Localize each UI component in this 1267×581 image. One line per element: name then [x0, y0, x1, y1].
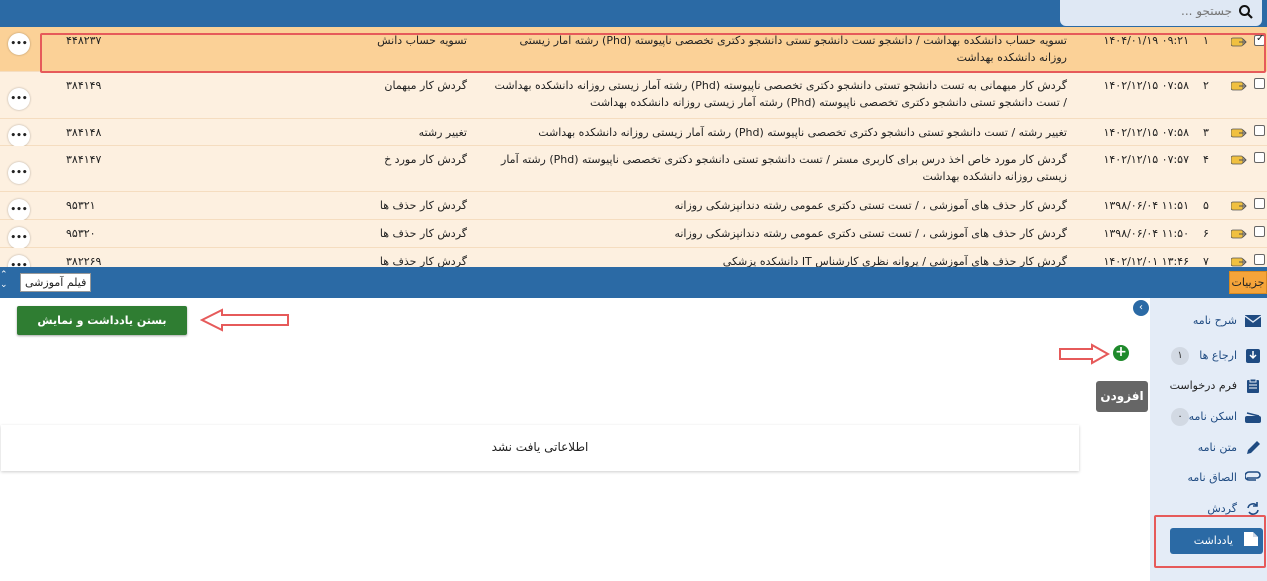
row-workflow: گردش کار حذف ها — [379, 227, 467, 240]
row-date: ۰۷:۵۷ ۱۴۰۲/۱۲/۱۵ — [1103, 153, 1189, 166]
clipboard-icon — [1247, 379, 1259, 393]
sidebar-item-note[interactable]: یادداشت — [1170, 528, 1263, 554]
attachment-icon — [1245, 471, 1261, 481]
referrals-count-badge: ۱ — [1171, 347, 1189, 365]
row-more-options-icon[interactable]: ••• — [8, 227, 30, 249]
row-more-options-icon[interactable]: ••• — [8, 162, 30, 184]
empty-state-message: اطلاعاتی یافت نشد — [1, 425, 1079, 471]
sidebar-item-letter-description[interactable]: شرح نامه — [1156, 310, 1261, 334]
sidebar-item-request-form[interactable]: فرم درخواست — [1156, 375, 1261, 399]
row-title: گردش کار حذف های آموزشی / پروانه نظری کا… — [722, 255, 1067, 267]
search-icon[interactable] — [1238, 4, 1254, 20]
row-checkbox[interactable] — [1254, 125, 1265, 136]
row-checkbox[interactable] — [1254, 33, 1265, 46]
inbox-download-icon — [1246, 349, 1260, 363]
row-code: ۳۸۴۱۴۹ — [66, 79, 102, 92]
row-checkbox[interactable] — [1254, 152, 1265, 163]
row-date: ۰۹:۲۱ ۱۴۰۴/۰۱/۱۹ — [1103, 34, 1189, 47]
note-icon — [1244, 532, 1258, 546]
row-checkbox[interactable] — [1254, 198, 1265, 209]
table-row[interactable]: ۶ ۱۱:۵۰ ۱۳۹۸/۰۶/۰۴ گردش کار حذف های آموزشی… — [0, 220, 1267, 249]
search-input[interactable] — [1082, 4, 1232, 18]
table-row[interactable]: ۳ ۰۷:۵۸ ۱۴۰۲/۱۲/۱۵ تغییر رشته / تست دانشجو… — [0, 119, 1267, 147]
row-date: ۰۷:۵۸ ۱۴۰۲/۱۲/۱۵ — [1103, 79, 1189, 92]
row-workflow: تسویه حساب دانش — [377, 34, 467, 47]
letter-type-icon — [1231, 128, 1247, 138]
sidebar-item-workflow[interactable]: گردش — [1156, 498, 1261, 522]
close-note-show-request-button[interactable]: بستن یادداشت و نمایش درخواست — [17, 306, 187, 356]
row-index: ۱ — [1203, 34, 1209, 47]
scan-count-badge: ۰ — [1171, 408, 1189, 426]
row-more-options-icon[interactable]: ••• — [8, 33, 30, 55]
row-checkbox[interactable] — [1254, 226, 1265, 237]
pencil-icon — [1247, 441, 1260, 454]
table-row[interactable]: ۲ ۰۷:۵۸ ۱۴۰۲/۱۲/۱۵ گردش کار میهمانی به تست… — [0, 72, 1267, 119]
sidebar-item-attach-letter[interactable]: الصاق نامه — [1156, 467, 1261, 491]
row-title: گردش کار مورد خاص اخذ درس برای کاربری مس… — [501, 153, 1067, 183]
sidebar-item-letter-text[interactable]: متن نامه — [1156, 437, 1261, 461]
table-row[interactable]: ۷ ۱۳:۴۶ ۱۴۰۲/۱۲/۰۱ گردش کار حذف های آموزشی… — [0, 248, 1267, 267]
collapse-sidebar-icon[interactable]: ‹ — [1133, 300, 1149, 316]
row-index: ۶ — [1203, 227, 1209, 240]
row-workflow: گردش کار حذف ها — [379, 255, 467, 267]
row-date: ۰۷:۵۸ ۱۴۰۲/۱۲/۱۵ — [1103, 126, 1189, 139]
letter-type-icon — [1231, 229, 1247, 239]
row-code: ۹۵۳۲۱ — [66, 199, 96, 212]
letter-type-icon — [1231, 37, 1247, 47]
scanner-icon — [1245, 412, 1261, 423]
resize-handle[interactable]: ⌃ ⌄ — [0, 270, 12, 292]
annotation-arrow-right-icon — [1059, 343, 1110, 365]
row-title: گردش کار حذف های آموزشی ، / تست تستی دکت… — [674, 227, 1067, 240]
sidebar-item-referrals[interactable]: ارجاع ها ۱ — [1156, 345, 1261, 369]
row-index: ۳ — [1203, 126, 1209, 139]
row-date: ۱۱:۵۰ ۱۳۹۸/۰۶/۰۴ — [1103, 227, 1189, 240]
row-more-options-icon[interactable]: ••• — [8, 199, 30, 221]
letter-type-icon — [1231, 201, 1247, 211]
row-code: ۳۸۴۱۴۷ — [66, 153, 102, 166]
row-more-options-icon[interactable]: ••• — [8, 255, 30, 267]
add-note-button[interactable]: + — [1113, 345, 1129, 361]
row-workflow: گردش کار میهمان — [384, 79, 467, 92]
row-title: تسویه حساب دانشکده بهداشت / دانشجو تست د… — [519, 34, 1067, 64]
row-workflow: گردش کار مورد خ — [384, 153, 467, 166]
table-row[interactable]: ۱ ۰۹:۲۱ ۱۴۰۴/۰۱/۱۹ تسویه حساب دانشکده بهدا… — [0, 27, 1267, 72]
annotation-arrow-left-icon — [200, 308, 289, 332]
sidebar-item-scan-letter[interactable]: اسکن نامه ۰ — [1156, 406, 1261, 430]
row-title: گردش کار حذف های آموزشی ، / تست تستی دکت… — [674, 199, 1067, 212]
letters-table: ۱ ۰۹:۲۱ ۱۴۰۴/۰۱/۱۹ تسویه حساب دانشکده بهدا… — [0, 27, 1267, 267]
letter-type-icon — [1231, 81, 1247, 91]
add-tooltip: افزودن — [1096, 381, 1148, 412]
row-title: گردش کار میهمانی به تست دانشجو تستی دانش… — [494, 79, 1067, 109]
table-row[interactable]: ۵ ۱۱:۵۱ ۱۳۹۸/۰۶/۰۴ گردش کار حذف های آموزشی… — [0, 192, 1267, 221]
row-code: ۹۵۳۲۰ — [66, 227, 96, 240]
row-more-options-icon[interactable]: ••• — [8, 125, 30, 147]
row-checkbox[interactable] — [1254, 78, 1265, 89]
panel-divider-band — [0, 267, 1267, 298]
row-workflow: گردش کار حذف ها — [379, 199, 467, 212]
letter-type-icon — [1231, 155, 1247, 165]
row-index: ۴ — [1203, 153, 1209, 166]
tutorial-video-button[interactable]: فیلم آموزشی — [20, 273, 92, 292]
row-index: ۵ — [1203, 199, 1209, 212]
row-code: ۳۸۲۲۶۹ — [66, 255, 102, 267]
row-code: ۳۸۴۱۴۸ — [66, 126, 102, 139]
letter-type-icon — [1231, 257, 1247, 267]
envelope-icon — [1245, 315, 1261, 327]
details-tab[interactable]: جزییات — [1229, 271, 1267, 294]
row-title: تغییر رشته / تست دانشجو تستی دانشجو دکتر… — [538, 126, 1067, 139]
row-workflow: تغییر رشته — [418, 126, 467, 139]
row-date: ۱۱:۵۱ ۱۳۹۸/۰۶/۰۴ — [1103, 199, 1189, 212]
table-row[interactable]: ۴ ۰۷:۵۷ ۱۴۰۲/۱۲/۱۵ گردش کار مورد خاص اخذ د… — [0, 146, 1267, 192]
row-index: ۲ — [1203, 79, 1209, 92]
refresh-icon — [1247, 502, 1259, 515]
search-box[interactable] — [1060, 0, 1262, 26]
row-checkbox[interactable] — [1254, 254, 1265, 265]
row-index: ۷ — [1203, 255, 1209, 267]
row-more-options-icon[interactable]: ••• — [8, 88, 30, 110]
row-date: ۱۳:۴۶ ۱۴۰۲/۱۲/۰۱ — [1103, 255, 1189, 267]
row-code: ۴۴۸۲۳۷ — [66, 34, 102, 47]
